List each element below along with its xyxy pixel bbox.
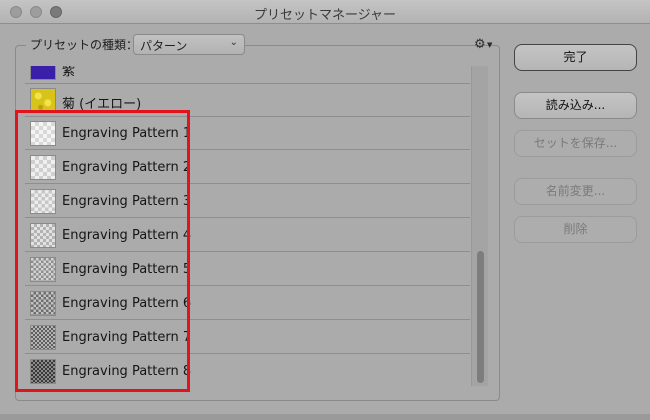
list-item-label: Engraving Pattern 3 xyxy=(62,194,192,209)
list-item[interactable]: Engraving Pattern 4 xyxy=(25,219,470,252)
list-item-label: 紫 xyxy=(62,66,76,79)
pattern-thumbnail xyxy=(30,88,56,113)
pattern-thumbnail xyxy=(30,257,56,282)
preset-manager-window: プリセットマネージャー プリセットの種類： パターン ⌄ ⚙ ▼ 紫 菊 (イエ… xyxy=(0,0,650,420)
list-item[interactable]: Engraving Pattern 8 xyxy=(25,355,470,386)
window-title: プリセットマネージャー xyxy=(253,8,397,23)
pattern-thumbnail xyxy=(30,291,56,316)
list-item[interactable]: Engraving Pattern 3 xyxy=(25,185,470,218)
list-item[interactable]: Engraving Pattern 2 xyxy=(25,151,470,184)
list-item-label: Engraving Pattern 6 xyxy=(62,296,192,311)
gear-icon[interactable]: ⚙ xyxy=(474,37,486,52)
save-set-button[interactable]: セットを保存... xyxy=(514,130,637,157)
list-item-label: Engraving Pattern 5 xyxy=(62,262,192,277)
chevron-down-icon: ▼ xyxy=(487,41,493,49)
pattern-thumbnail xyxy=(30,359,56,384)
pattern-thumbnail xyxy=(30,325,56,350)
list-item[interactable]: Engraving Pattern 5 xyxy=(25,253,470,286)
list-item-label: Engraving Pattern 4 xyxy=(62,228,192,243)
pattern-thumbnail xyxy=(30,121,56,146)
pattern-list[interactable]: 紫 菊 (イエロー) Engraving Pattern 1 Engraving… xyxy=(25,66,470,386)
list-item[interactable]: Engraving Pattern 1 xyxy=(25,117,470,150)
scrollbar-thumb[interactable] xyxy=(477,251,484,383)
title-bar: プリセットマネージャー xyxy=(0,0,650,24)
pattern-thumbnail xyxy=(30,155,56,180)
list-item-label: 菊 (イエロー) xyxy=(62,97,142,112)
list-item-label: Engraving Pattern 1 xyxy=(62,126,192,141)
list-item-label: Engraving Pattern 7 xyxy=(62,330,192,345)
list-item-label: Engraving Pattern 2 xyxy=(62,160,192,175)
preset-type-label: プリセットの種類： xyxy=(26,36,143,53)
rename-button[interactable]: 名前変更... xyxy=(514,178,637,205)
done-button[interactable]: 完了 xyxy=(514,44,637,71)
list-scrollbar[interactable] xyxy=(471,66,488,386)
chevron-down-icon: ⌄ xyxy=(229,37,238,48)
load-button[interactable]: 読み込み... xyxy=(514,92,637,119)
list-item[interactable]: 紫 xyxy=(25,66,470,84)
window-bottom-edge xyxy=(0,414,650,420)
pattern-thumbnail xyxy=(30,189,56,214)
list-item[interactable]: Engraving Pattern 6 xyxy=(25,287,470,320)
list-item[interactable]: Engraving Pattern 7 xyxy=(25,321,470,354)
preset-type-select[interactable]: パターン ⌄ xyxy=(133,34,245,55)
pattern-thumbnail xyxy=(30,223,56,248)
preset-type-value: パターン xyxy=(140,39,188,53)
list-item-label: Engraving Pattern 8 xyxy=(62,364,192,379)
pattern-thumbnail xyxy=(30,66,56,80)
delete-button[interactable]: 削除 xyxy=(514,216,637,243)
list-item[interactable]: 菊 (イエロー) xyxy=(25,84,470,117)
